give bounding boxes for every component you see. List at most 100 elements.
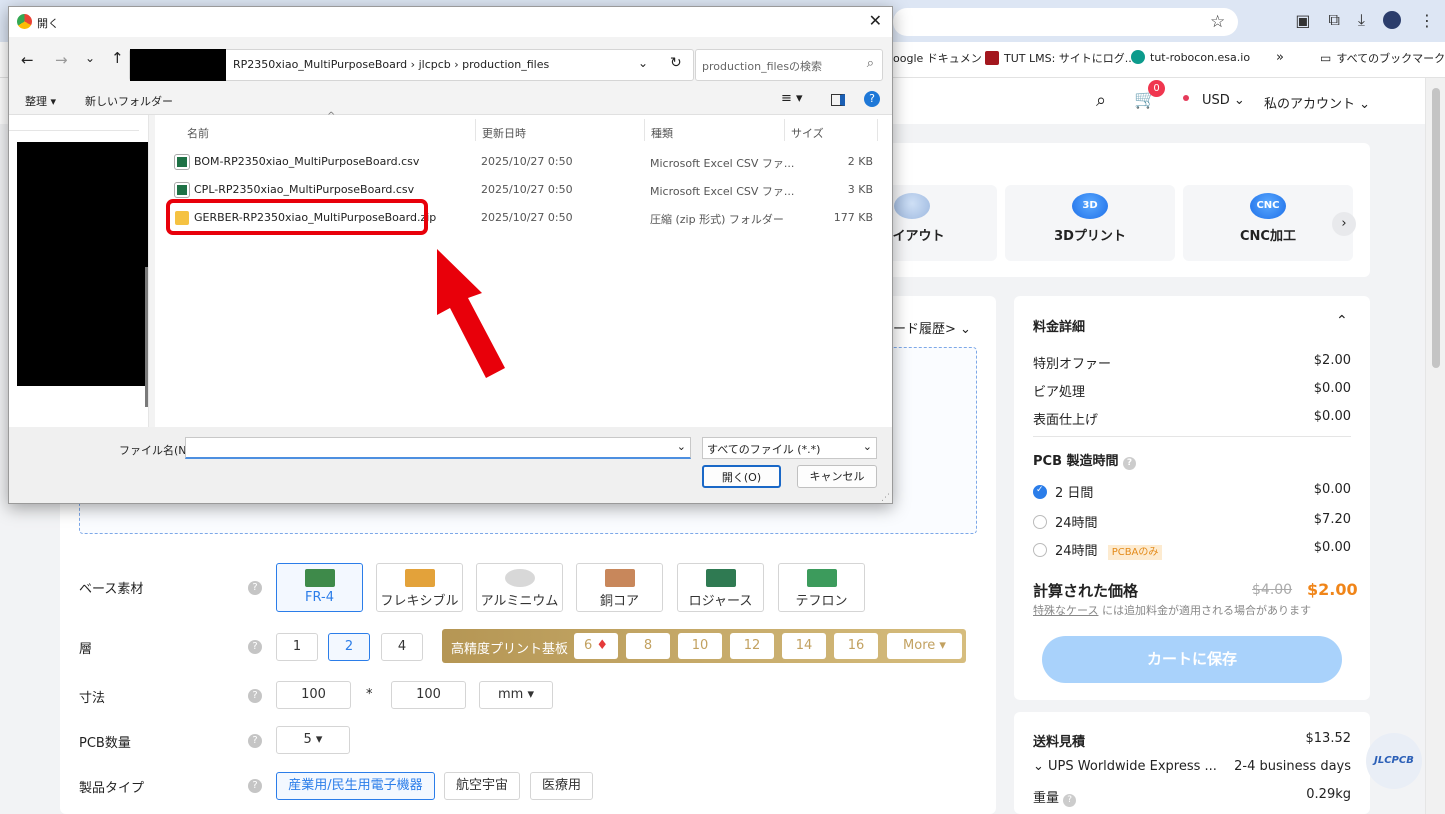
shipping-method-row[interactable]: ⌄ UPS Worldwide Express ... 2-4 business …	[1033, 759, 1351, 774]
layers-10[interactable]: 10	[678, 633, 722, 659]
material-aluminum[interactable]: アルミニウム	[476, 563, 563, 612]
address-bar[interactable]	[893, 8, 1238, 36]
column-header-date[interactable]: 更新日時	[482, 125, 526, 141]
bookmark-esa[interactable]: tut-robocon.esa.io	[1131, 50, 1250, 64]
material-fr4[interactable]: FR-4	[276, 563, 363, 612]
layers-4[interactable]: 4	[381, 633, 423, 661]
help-icon[interactable]: ?	[248, 689, 262, 703]
page-scrollbar[interactable]	[1425, 78, 1445, 814]
layers-more-dropdown[interactable]: More ▾	[887, 633, 962, 659]
layers-6[interactable]: 6 ♦	[574, 633, 618, 659]
size-height-input[interactable]: 100	[391, 681, 466, 709]
recent-chevron-icon[interactable]: ⌄	[85, 51, 95, 65]
site-search-icon[interactable]: ⌕	[1096, 90, 1106, 111]
file-row[interactable]: CPL-RP2350xiao_MultiPurposeBoard.csv 202…	[174, 177, 885, 201]
service-3d-print[interactable]: 3D 3Dプリント	[1005, 185, 1175, 261]
chat-support-button[interactable]: JLCPCB	[1366, 733, 1422, 789]
layers-8[interactable]: 8	[626, 633, 670, 659]
view-options-icon[interactable]: ≡ ▾	[781, 91, 803, 106]
special-case-link[interactable]: 特殊なケース	[1033, 604, 1098, 617]
forward-arrow-icon[interactable]: →	[55, 51, 68, 69]
file-row[interactable]: BOM-RP2350xiao_MultiPurposeBoard.csv 202…	[174, 149, 885, 173]
cancel-button[interactable]: キャンセル	[797, 465, 877, 488]
layers-14[interactable]: 14	[782, 633, 826, 659]
build-time-24h[interactable]: 24時間 $7.20	[1033, 512, 1351, 531]
open-button[interactable]: 開く(O)	[702, 465, 781, 488]
material-teflon[interactable]: テフロン	[778, 563, 865, 612]
back-arrow-icon[interactable]: ←	[21, 51, 34, 69]
currency-selector[interactable]: USD ⌄	[1202, 93, 1245, 108]
layers-1[interactable]: 1	[276, 633, 318, 661]
layers-2[interactable]: 2	[328, 633, 370, 661]
chevron-down-icon[interactable]: ⌄	[677, 440, 686, 453]
chevron-down-icon: ⌄	[862, 440, 872, 453]
close-icon[interactable]: ✕	[869, 11, 882, 30]
scrollbar-thumb[interactable]	[1432, 88, 1440, 368]
divider	[1033, 436, 1351, 437]
radio-checked[interactable]	[1033, 485, 1047, 499]
pcba-only-tag: PCBAのみ	[1107, 545, 1163, 560]
organize-menu[interactable]: 整理 ▾	[25, 93, 56, 109]
bookmark-overflow[interactable]: »	[1276, 50, 1284, 65]
build-time-24h-pcba[interactable]: 24時間 PCBAのみ $0.00	[1033, 540, 1351, 560]
collapse-chevron-icon[interactable]: ⌃	[1336, 313, 1348, 329]
upload-history-link[interactable]: ード履歴> ⌄	[893, 318, 971, 337]
column-separator[interactable]	[475, 119, 476, 141]
service-cnc[interactable]: CNC CNC加工	[1183, 185, 1353, 261]
new-folder-button[interactable]: 新しいフォルダー	[85, 93, 173, 109]
layers-12[interactable]: 12	[730, 633, 774, 659]
help-icon[interactable]: ?	[1063, 794, 1077, 807]
column-separator[interactable]	[784, 119, 785, 141]
help-icon[interactable]: ?	[864, 91, 880, 107]
material-rogers[interactable]: ロジャース	[677, 563, 764, 612]
column-header-size[interactable]: サイズ	[791, 125, 824, 141]
column-separator[interactable]	[877, 119, 878, 141]
breadcrumb-item[interactable]: RP2350xiao_MultiPurposeBoard	[233, 58, 407, 71]
resize-grip-icon[interactable]: ⋰	[881, 493, 890, 503]
download-icon[interactable]: ⤓	[1358, 10, 1365, 30]
nav-pane-scrollbar[interactable]	[145, 267, 148, 407]
bookmark-google-docs[interactable]: oogle ドキュメント	[893, 50, 993, 66]
browser-menu-icon[interactable]: ⋮	[1419, 11, 1435, 30]
column-separator[interactable]	[644, 119, 645, 141]
bookmark-star-icon[interactable]: ☆	[1210, 12, 1225, 32]
build-time-2days[interactable]: 2 日間$0.00	[1033, 482, 1351, 501]
product-type-medical[interactable]: 医療用	[530, 772, 593, 800]
qty-select[interactable]: 5 ▾	[276, 726, 350, 754]
help-icon[interactable]: ?	[248, 779, 262, 793]
bookmark-all[interactable]: ▭ すべてのブックマーク	[1320, 50, 1445, 66]
size-unit-select[interactable]: mm ▾	[479, 681, 553, 709]
radio-unchecked[interactable]	[1033, 543, 1047, 557]
product-type-aerospace[interactable]: 航空宇宙	[444, 772, 520, 800]
breadcrumb-item[interactable]: production_files	[462, 58, 549, 71]
file-type-filter[interactable]: すべてのファイル (*.*) ⌄	[702, 437, 877, 459]
folder-search-input[interactable]: production_filesの検索 ⌕	[695, 49, 883, 81]
material-copper-core[interactable]: 銅コア	[576, 563, 663, 612]
help-icon[interactable]: ?	[248, 581, 262, 595]
path-breadcrumb[interactable]: RP2350xiao_MultiPurposeBoard › jlcpcb › …	[129, 49, 694, 81]
layers-16[interactable]: 16	[834, 633, 878, 659]
column-header-name[interactable]: 名前	[187, 125, 209, 141]
filename-input[interactable]: ⌄	[185, 437, 691, 459]
extensions-icon[interactable]: ⧉	[1328, 10, 1339, 30]
material-flexible[interactable]: フレキシブル	[376, 563, 463, 612]
navigation-pane[interactable]	[9, 115, 149, 427]
column-header-type[interactable]: 種類	[651, 125, 673, 141]
account-menu[interactable]: 私のアカウント ⌄	[1264, 93, 1370, 112]
radio-unchecked[interactable]	[1033, 515, 1047, 529]
path-dropdown-icon[interactable]: ⌄	[638, 56, 648, 70]
preview-pane-icon[interactable]	[831, 94, 845, 106]
refresh-icon[interactable]: ↻	[670, 55, 682, 71]
help-icon[interactable]: ?	[1123, 457, 1137, 470]
help-icon[interactable]: ?	[248, 734, 262, 748]
breadcrumb-item[interactable]: jlcpcb	[419, 58, 451, 71]
product-type-consumer[interactable]: 産業用/民生用電子機器	[276, 772, 435, 800]
cast-icon[interactable]: ▣	[1295, 11, 1310, 30]
services-next-button[interactable]: ›	[1332, 212, 1356, 236]
up-arrow-icon[interactable]: ↑	[111, 49, 124, 67]
profile-avatar[interactable]	[1383, 11, 1401, 29]
size-width-input[interactable]: 100	[276, 681, 351, 709]
save-to-cart-button[interactable]: カートに保存	[1042, 636, 1342, 683]
bookmark-tut-lms[interactable]: TUT LMS: サイトにログ...	[985, 50, 1135, 66]
help-icon[interactable]: ?	[248, 640, 262, 654]
